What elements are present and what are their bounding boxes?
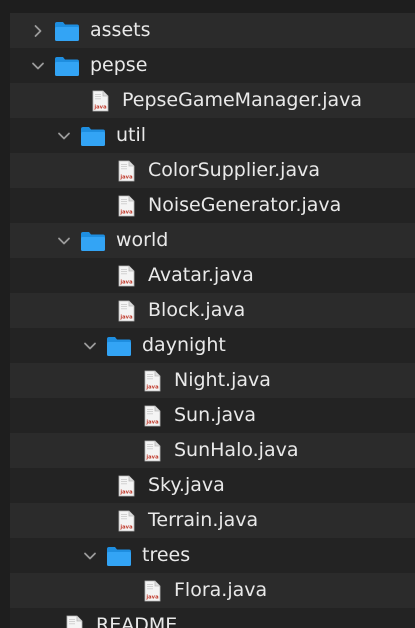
chevron-down-icon[interactable]	[82, 336, 98, 356]
folder-row-util[interactable]: util	[10, 118, 415, 153]
folder-row-daynight[interactable]: daynight	[10, 328, 415, 363]
file-tree: assets pepse java PepseGameManager.java util…	[0, 0, 415, 628]
tree-item-label: PepseGameManager.java	[122, 89, 363, 111]
java-file-icon: java	[118, 510, 135, 532]
folder-row-pepse[interactable]: pepse	[10, 48, 415, 83]
file-row-terrain-java[interactable]: java Terrain.java	[10, 503, 415, 538]
folder-icon	[54, 55, 80, 77]
svg-text:java: java	[119, 314, 133, 320]
tree-item-label: Sun.java	[174, 404, 256, 426]
file-row-noisegenerator-java[interactable]: java NoiseGenerator.java	[10, 188, 415, 223]
tree-item-label: world	[116, 229, 169, 251]
tree-item-label: SunHalo.java	[174, 439, 299, 461]
file-row-avatar-java[interactable]: java Avatar.java	[10, 258, 415, 293]
tree-item-label: Block.java	[148, 299, 246, 321]
svg-text:java: java	[93, 104, 107, 110]
tree-item-label: daynight	[142, 334, 226, 356]
tree-item-label: Terrain.java	[148, 509, 259, 531]
tree-item-label: Flora.java	[174, 579, 268, 601]
file-row-night-java[interactable]: java Night.java	[10, 363, 415, 398]
svg-text:java: java	[145, 454, 159, 460]
svg-text:java: java	[145, 419, 159, 425]
tree-item-label: util	[116, 124, 147, 146]
tree-item-label: NoiseGenerator.java	[148, 194, 342, 216]
svg-text:java: java	[145, 384, 159, 390]
java-file-icon: java	[92, 90, 109, 112]
folder-icon	[106, 335, 132, 357]
svg-text:java: java	[119, 524, 133, 530]
folder-row-trees[interactable]: trees	[10, 538, 415, 573]
file-row-sky-java[interactable]: java Sky.java	[10, 468, 415, 503]
file-row-sun-java[interactable]: java Sun.java	[10, 398, 415, 433]
tree-item-label: trees	[142, 544, 191, 566]
file-row-pepsegamemanager-java[interactable]: java PepseGameManager.java	[10, 83, 415, 118]
java-file-icon: java	[144, 370, 161, 392]
folder-row-world[interactable]: world	[10, 223, 415, 258]
svg-text:java: java	[119, 279, 133, 285]
svg-text:java: java	[119, 489, 133, 495]
tree-item-label: Sky.java	[148, 474, 225, 496]
java-file-icon: java	[118, 265, 135, 287]
chevron-down-icon[interactable]	[82, 546, 98, 566]
chevron-right-icon[interactable]	[30, 21, 46, 41]
folder-icon	[80, 125, 106, 147]
file-row-block-java[interactable]: java Block.java	[10, 293, 415, 328]
java-file-icon: java	[118, 475, 135, 497]
svg-text:java: java	[119, 209, 133, 215]
folder-icon	[80, 230, 106, 252]
file-row-readme[interactable]: README	[10, 608, 415, 628]
file-row-colorsupplier-java[interactable]: java ColorSupplier.java	[10, 153, 415, 188]
tree-item-label: Night.java	[174, 369, 271, 391]
java-file-icon: java	[118, 300, 135, 322]
tree-item-label: README	[96, 614, 178, 628]
tree-item-label: pepse	[90, 54, 148, 76]
tree-item-label: ColorSupplier.java	[148, 159, 320, 181]
chevron-down-icon[interactable]	[56, 231, 72, 251]
tree-item-label: Avatar.java	[148, 264, 254, 286]
document-icon	[66, 615, 83, 628]
folder-icon	[106, 545, 132, 567]
folder-row-assets[interactable]: assets	[10, 13, 415, 48]
chevron-down-icon[interactable]	[56, 126, 72, 146]
svg-text:java: java	[145, 594, 159, 600]
file-row-flora-java[interactable]: java Flora.java	[10, 573, 415, 608]
java-file-icon: java	[144, 405, 161, 427]
java-file-icon: java	[118, 195, 135, 217]
chevron-down-icon[interactable]	[30, 56, 46, 76]
svg-text:java: java	[119, 174, 133, 180]
java-file-icon: java	[118, 160, 135, 182]
java-file-icon: java	[144, 580, 161, 602]
file-row-sunhalo-java[interactable]: java SunHalo.java	[10, 433, 415, 468]
tree-item-label: assets	[90, 19, 151, 41]
java-file-icon: java	[144, 440, 161, 462]
folder-icon	[54, 20, 80, 42]
